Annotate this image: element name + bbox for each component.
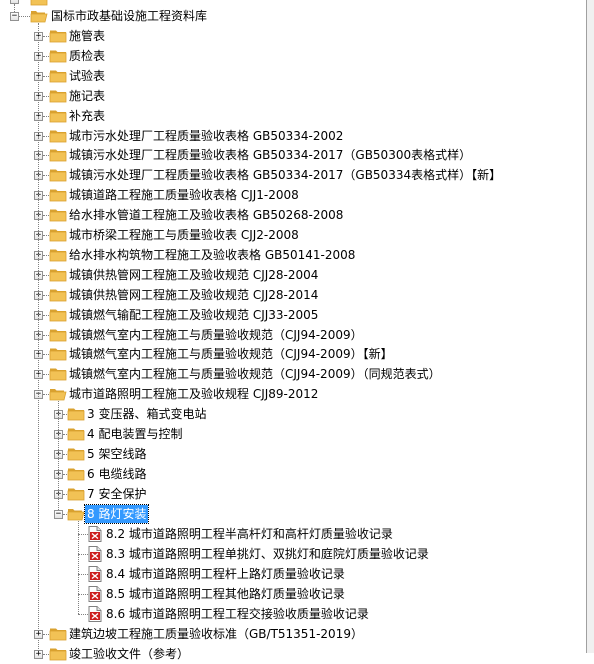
folder-icon (49, 328, 67, 342)
window-edge (587, 0, 594, 653)
streetlight-doc-1[interactable]: 8.2 城市道路照明工程半高杆灯和高杆灯质量验收记录 (104, 525, 395, 543)
folder-icon (49, 29, 67, 43)
tree-item-10[interactable]: 给水排水管道工程施工及验收表格 GB50268-2008 (67, 206, 345, 224)
tree-item-12[interactable]: 给水排水构筑物工程施工及验收表格 GB50141-2008 (67, 246, 357, 264)
pdf-document-icon (88, 606, 102, 622)
tree-item-19[interactable]: 城市道路照明工程施工及验收规程 CJJ89-2012 (67, 385, 320, 403)
folder-icon (49, 188, 67, 202)
tree-line (58, 401, 59, 510)
folder-icon (49, 148, 67, 162)
tree-line (78, 534, 88, 535)
lighting-child-6[interactable]: 8 路灯安装 (83, 504, 150, 524)
folder-icon (67, 487, 85, 501)
folder-icon (49, 109, 67, 123)
expand-toggle[interactable]: + (34, 650, 43, 659)
tree-item-7[interactable]: 城镇污水处理厂工程质量验收表格 GB50334-2017（GB50300表格式样… (67, 146, 473, 164)
folder-icon (49, 89, 67, 103)
folder-icon (49, 627, 67, 641)
folder-icon (49, 69, 67, 83)
tree-item-11[interactable]: 城市桥梁工程施工与质量验收表 CJJ2-2008 (67, 226, 301, 244)
folder-icon (67, 427, 85, 441)
lighting-child-1[interactable]: 3 变压器、箱式变电站 (85, 405, 208, 423)
tree-view[interactable]: − − 国标市政基础设施工程资料库+ 施管表+ 质检表+ 试验表+ 施记表+ 补… (0, 0, 586, 661)
folder-open-icon (30, 9, 48, 23)
streetlight-doc-3[interactable]: 8.4 城市道路照明工程杆上路灯质量验收记录 (104, 565, 347, 583)
folder-icon (49, 208, 67, 222)
folder-icon (49, 288, 67, 302)
tree-item-17[interactable]: 城镇燃气室内工程施工与质量验收规范（CJJ94-2009）【新】 (67, 345, 395, 363)
tree-item-18[interactable]: 城镇燃气室内工程施工与质量验收规范（CJJ94-2009）（同规范表式） (67, 365, 443, 383)
tree-line (78, 594, 88, 595)
tree-item-after-1[interactable]: 建筑边坡工程施工质量验收标准（GB/T51351-2019） (67, 625, 365, 643)
tree-line (78, 554, 88, 555)
lighting-child-5[interactable]: 7 安全保护 (85, 485, 148, 503)
folder-icon (49, 308, 67, 322)
folder-icon (49, 228, 67, 242)
tree-item-16[interactable]: 城镇燃气室内工程施工与质量验收规范（CJJ94-2009） (67, 326, 365, 344)
tree-line (78, 574, 88, 575)
folder-icon (49, 367, 67, 381)
streetlight-doc-5[interactable]: 8.6 城市道路照明工程工程交接验收质量验收记录 (104, 605, 371, 623)
folder-icon (67, 467, 85, 481)
tree-item-8[interactable]: 城镇污水处理厂工程质量验收表格 GB50334-2017（GB50334表格式样… (67, 166, 503, 184)
tree-item-4[interactable]: 施记表 (67, 87, 107, 105)
collapse-toggle[interactable]: − (54, 510, 63, 519)
tree-line (38, 23, 39, 653)
tree-line (78, 614, 88, 615)
folder-icon (49, 647, 67, 661)
tree-item-1[interactable]: 施管表 (67, 27, 107, 45)
lighting-child-2[interactable]: 4 配电装置与控制 (85, 425, 184, 443)
tree-item-5[interactable]: 补充表 (67, 107, 107, 125)
folder-icon (49, 49, 67, 63)
folder-icon (49, 129, 67, 143)
folder-icon (67, 447, 85, 461)
folder-icon (49, 168, 67, 182)
pdf-document-icon (88, 546, 102, 562)
tree-item-6[interactable]: 城市污水处理厂工程质量验收表格 GB50334-2002 (67, 127, 345, 145)
pdf-document-icon (88, 586, 102, 602)
tree-item-2[interactable]: 质检表 (67, 47, 107, 65)
tree-item-3[interactable]: 试验表 (67, 67, 107, 85)
streetlight-doc-4[interactable]: 8.5 城市道路照明工程其他路灯质量验收记录 (104, 585, 347, 603)
tree-item-13[interactable]: 城镇供热管网工程施工及验收规范 CJJ28-2004 (67, 266, 320, 284)
expand-toggle[interactable]: + (34, 630, 43, 639)
folder-icon (30, 0, 48, 6)
pdf-document-icon (88, 566, 102, 582)
tree-line (19, 16, 30, 17)
folder-icon (67, 407, 85, 421)
tree-item-9[interactable]: 城镇道路工程施工质量验收表格 CJJ1-2008 (67, 186, 301, 204)
tree-item-14[interactable]: 城镇供热管网工程施工及验收规范 CJJ28-2014 (67, 286, 320, 304)
lighting-child-3[interactable]: 5 架空线路 (85, 445, 148, 463)
tree-item-after-2[interactable]: 竣工验收文件（参考） (67, 645, 191, 663)
folder-icon (49, 248, 67, 262)
folder-icon (49, 347, 67, 361)
folder-icon (49, 268, 67, 282)
tree-item-15[interactable]: 城镇燃气输配工程施工及验收规范 CJJ33-2005 (67, 306, 320, 324)
tree-root-label[interactable]: 国标市政基础设施工程资料库 (49, 7, 209, 25)
streetlight-doc-2[interactable]: 8.3 城市道路照明工程单挑灯、双挑灯和庭院灯质量验收记录 (104, 545, 431, 563)
lighting-child-4[interactable]: 6 电缆线路 (85, 465, 148, 483)
tree-line (78, 521, 79, 614)
folder-open-icon (67, 507, 85, 521)
pdf-document-icon (88, 526, 102, 542)
expand-toggle[interactable]: − (10, 12, 19, 21)
folder-open-icon (49, 387, 67, 401)
